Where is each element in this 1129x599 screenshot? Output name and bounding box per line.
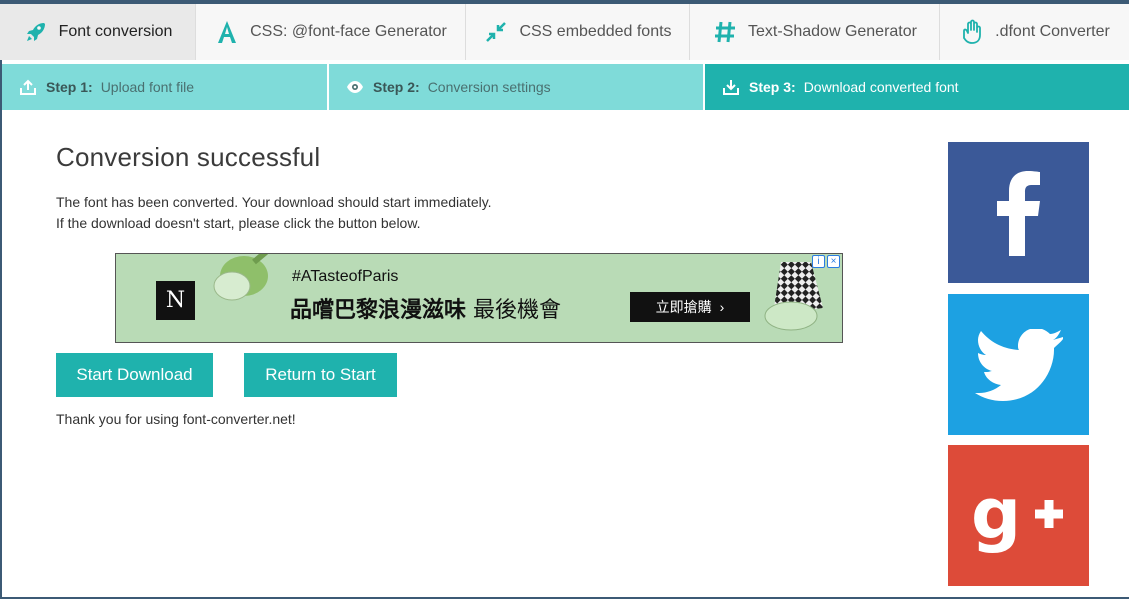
tab-label: .dfont Converter (995, 23, 1110, 40)
twitter-icon (974, 328, 1063, 401)
tab-label: CSS embedded fonts (519, 23, 672, 40)
capsule-image (213, 254, 268, 301)
twitter-share-button[interactable] (948, 294, 1089, 435)
ad-cta-button[interactable]: 立即搶購 › (630, 292, 750, 322)
ad-hashtag: #ATasteofParis (292, 268, 399, 285)
ad-cta-label: 立即搶購 (655, 299, 712, 315)
tab-label: CSS: @font-face Generator (250, 23, 447, 40)
tab-css-embedded-fonts[interactable]: CSS embedded fonts (466, 4, 690, 60)
eye-icon (345, 77, 365, 97)
ad-choices: i × (812, 255, 840, 268)
tab-label: Font conversion (58, 23, 173, 40)
step-label: Conversion settings (427, 79, 551, 95)
tab-dfont-converter[interactable]: .dfont Converter (940, 4, 1129, 60)
step-label: Download converted font (803, 79, 959, 95)
tab-font-face-generator[interactable]: CSS: @font-face Generator (196, 4, 466, 60)
compress-arrows-icon (483, 19, 509, 45)
step-number: Step 2: (373, 79, 420, 95)
step-2-settings[interactable]: Step 2: Conversion settings (329, 64, 705, 110)
chevron-right-icon: › (719, 299, 725, 315)
step-number: Step 1: (46, 79, 93, 95)
tab-text-shadow-generator[interactable]: Text-Shadow Generator (690, 4, 940, 60)
ad-headline-bold: 品嚐巴黎浪漫滋味 (290, 298, 467, 323)
ad-headline-rest: 最後機會 (473, 298, 562, 323)
ad-brand-logo: N (156, 281, 195, 320)
facebook-share-button[interactable] (948, 142, 1089, 283)
start-download-button[interactable]: Start Download (56, 353, 213, 397)
svg-text:g: g (971, 476, 1021, 555)
letter-a-icon (214, 19, 240, 45)
hand-icon (959, 19, 985, 45)
tab-label: Text-Shadow Generator (748, 23, 917, 40)
hash-icon (712, 19, 738, 45)
thank-you-text: Thank you for using font-converter.net! (56, 411, 296, 427)
step-label: Upload font file (100, 79, 195, 95)
step-1-upload[interactable]: Step 1: Upload font file (2, 64, 329, 110)
ad-headline: 品嚐巴黎浪漫滋味 最後機會 (290, 292, 561, 324)
step-3-download[interactable]: Step 3: Download converted font (705, 64, 1129, 110)
google-plus-icon: g (971, 476, 1063, 555)
return-to-start-button[interactable]: Return to Start (244, 353, 397, 397)
rocket-icon (23, 19, 49, 45)
close-icon[interactable]: × (827, 255, 840, 268)
upload-tray-icon (18, 77, 38, 97)
ad-banner[interactable]: N #ATasteofParis 品嚐巴黎浪漫滋味 最後機會 立即搶購 › i … (115, 253, 843, 343)
step-number: Step 3: (749, 79, 796, 95)
google-plus-share-button[interactable]: g (948, 445, 1089, 586)
help-message: If the download doesn't start, please cl… (56, 215, 421, 231)
download-tray-icon (721, 77, 741, 97)
tab-font-conversion[interactable]: Font conversion (0, 4, 196, 60)
info-icon[interactable]: i (812, 255, 825, 268)
status-message: The font has been converted. Your downlo… (56, 194, 492, 210)
steps-bar: Step 1: Upload font file Step 2: Convers… (2, 64, 1129, 110)
facebook-icon (996, 170, 1040, 256)
top-nav-tabs: Font conversion CSS: @font-face Generato… (0, 4, 1129, 60)
page-title: Conversion successful (56, 142, 321, 172)
